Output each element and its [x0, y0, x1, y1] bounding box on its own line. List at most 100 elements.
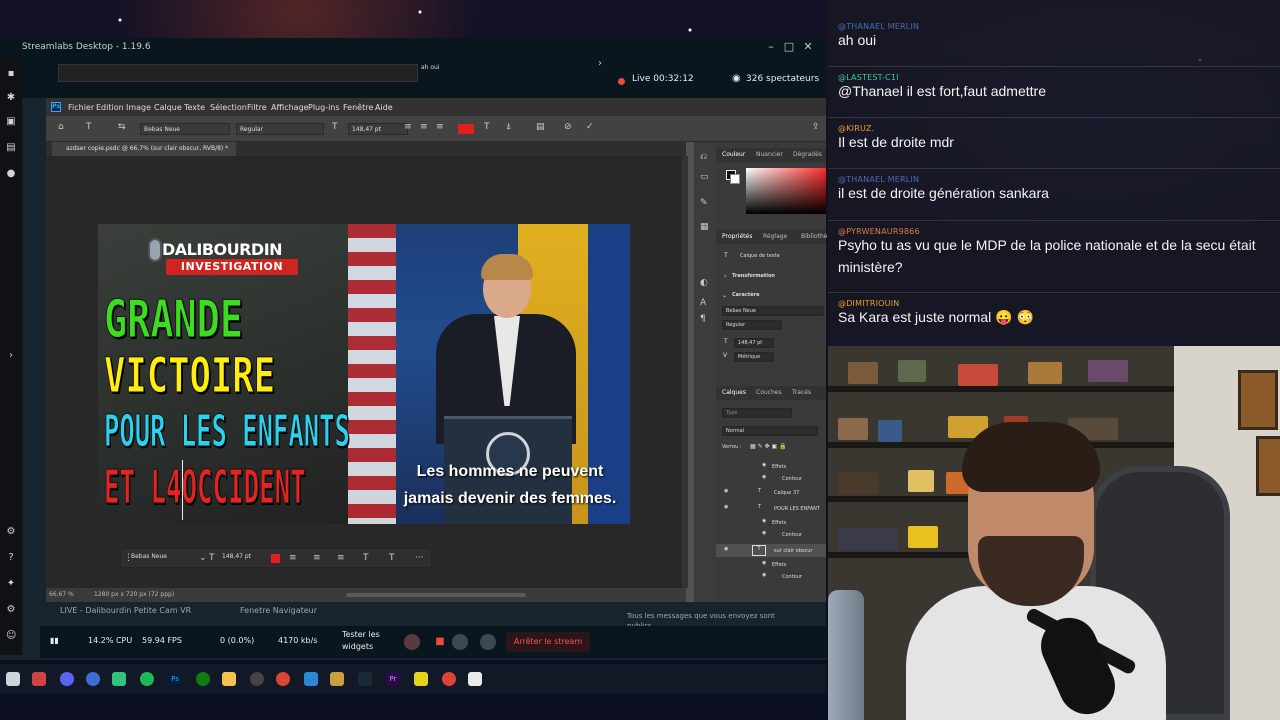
char-font-select[interactable]: Bebas Neue [722, 306, 824, 316]
editor-icon[interactable]: ▪ [6, 69, 16, 79]
blend-mode-select[interactable]: Normal [722, 426, 818, 436]
align-right-icon[interactable]: ≡ [337, 553, 345, 563]
stop-icon[interactable]: ■ [432, 634, 448, 650]
tab-adjustments[interactable]: Réglage [763, 233, 787, 240]
visibility-eye-icon[interactable]: ◉ [724, 546, 728, 552]
canvas-hscrollbar[interactable] [346, 593, 526, 597]
menu-help[interactable]: Aide [375, 103, 393, 112]
record-icon[interactable]: ● [6, 169, 16, 179]
premiere-icon[interactable]: Pr [386, 672, 400, 686]
layer-row[interactable]: ◉ Contour [716, 472, 826, 485]
character-icon[interactable]: T [389, 553, 395, 563]
ctx-size-field[interactable]: 148,47 pt [222, 553, 251, 565]
test-widgets-button[interactable]: Tester les widgets [342, 629, 392, 653]
layer-row[interactable]: ◉ Contour [716, 570, 826, 583]
folder-icon[interactable] [222, 672, 236, 686]
menu-image[interactable]: Image [126, 103, 151, 112]
section-character[interactable]: Caractère [732, 292, 760, 298]
chrome-icon[interactable] [442, 672, 456, 686]
settings-cog-icon[interactable]: ⚙ [6, 527, 16, 537]
visibility-eye-icon[interactable]: ◉ [724, 488, 728, 494]
transform-chevron-icon[interactable]: › [724, 273, 726, 280]
canvas-vscrollbar[interactable] [682, 156, 688, 588]
align-right-icon[interactable]: ≡ [436, 122, 444, 132]
chrome-icon[interactable] [276, 672, 290, 686]
tab-layers[interactable]: Calques [722, 389, 746, 396]
menu-window[interactable]: Fenêtre [343, 103, 373, 112]
source-item[interactable]: LIVE - Dalibourdin Petite Cam VR [60, 606, 191, 615]
help-icon[interactable]: ? [6, 553, 16, 563]
warp-text-icon[interactable]: T [484, 122, 490, 132]
type-tool-icon[interactable]: T [86, 122, 92, 132]
tab-color[interactable]: Couleur [722, 151, 745, 158]
stop-stream-button[interactable]: Arrêter le stream [506, 632, 590, 652]
apps-icon[interactable]: ✦ [6, 579, 16, 589]
photos-icon[interactable] [304, 672, 318, 686]
store-icon[interactable]: ▣ [6, 117, 16, 127]
tab-libraries[interactable]: Bibliothè [801, 233, 827, 240]
cancel-icon[interactable]: ⊘ [564, 122, 572, 132]
record-button[interactable] [404, 634, 420, 650]
warp-text-icon[interactable]: T [363, 553, 369, 563]
menu-plugins[interactable]: Plug-ins [308, 103, 340, 112]
tab-channels[interactable]: Couches [756, 389, 782, 396]
font-family-select[interactable]: Bebas Neue [140, 123, 230, 135]
menu-layer[interactable]: Calque [154, 103, 182, 112]
close-icon[interactable]: ✕ [801, 40, 815, 54]
align-left-icon[interactable]: ≡ [404, 122, 412, 132]
char-size-field[interactable]: 148,47 pt [734, 338, 774, 348]
zoom-level[interactable]: 66,67 % [49, 591, 74, 598]
menu-view[interactable]: Affichage [271, 103, 309, 112]
align-left-icon[interactable]: ≡ [289, 553, 297, 563]
menu-type[interactable]: Texte [184, 103, 205, 112]
source-item[interactable]: Fenetre Navigateur [240, 606, 317, 615]
font-style-select[interactable]: Regular [236, 123, 324, 135]
xbox-icon[interactable] [196, 672, 210, 686]
save-replay-button[interactable] [480, 634, 496, 650]
discord-icon[interactable] [60, 672, 74, 686]
ctx-font-select[interactable]: Bebas Neue [131, 553, 167, 565]
vpn-icon[interactable] [86, 672, 100, 686]
chevron-down-icon[interactable]: ⌄ [199, 553, 207, 563]
thumbnail-canvas[interactable]: DALIBOURDIN INVESTIGATION GRANDE VICTOIR… [98, 224, 630, 524]
steam-icon[interactable] [358, 672, 372, 686]
background-color[interactable] [730, 174, 740, 184]
color-picker-field[interactable] [746, 168, 826, 214]
clone-icon[interactable]: ▦ [700, 222, 709, 232]
align-center-icon[interactable]: ≡ [313, 553, 321, 563]
expand-arrow-icon[interactable]: › [6, 351, 16, 361]
align-center-icon[interactable]: ≡ [420, 122, 428, 132]
menu-edit[interactable]: Edition [96, 103, 124, 112]
section-transform[interactable]: Transformation [732, 273, 775, 279]
headline-line-4[interactable]: ET L4OCCIDENT [104, 460, 306, 515]
font-size-field[interactable]: 148,47 pt [348, 123, 408, 135]
visibility-eye-icon[interactable]: ◉ [724, 504, 728, 510]
dashboard-icon[interactable]: ▤ [6, 143, 16, 153]
layer-row[interactable]: ◉ T Calque 37 [716, 486, 826, 499]
files-icon[interactable] [330, 672, 344, 686]
tab-paths[interactable]: Tracés [792, 389, 811, 396]
spotify-icon[interactable] [140, 672, 154, 686]
obs-icon[interactable] [250, 672, 264, 686]
collapse-arrow-icon[interactable]: › [598, 58, 602, 69]
history-icon[interactable]: ⎌ [700, 152, 707, 162]
streamlabs-icon[interactable] [112, 672, 126, 686]
photoshop-icon[interactable]: Ps [168, 672, 182, 686]
tab-properties[interactable]: Propriétés [722, 233, 752, 240]
home-icon[interactable]: ⌂ [58, 122, 64, 132]
notes-icon[interactable] [414, 672, 428, 686]
adjust-icon[interactable]: ◐ [700, 278, 708, 288]
char-style-select[interactable]: Regular [722, 320, 782, 330]
layer-row[interactable]: ◉ T POUR LES ENFANT [716, 502, 826, 515]
themes-icon[interactable]: ✱ [6, 93, 16, 103]
more-icon[interactable]: ··· [415, 553, 424, 563]
start-icon[interactable] [6, 672, 20, 686]
paragraph-icon[interactable]: ¶ [700, 314, 706, 324]
share-icon[interactable]: ⇪ [812, 122, 820, 132]
tab-swatches[interactable]: Nuancier [756, 151, 783, 158]
minimize-icon[interactable]: – [764, 40, 778, 54]
gear-icon[interactable]: ⚙ [6, 605, 16, 615]
ctx-color-swatch[interactable] [271, 554, 280, 563]
char-kerning-select[interactable]: Métrique [734, 352, 774, 362]
lock-icons[interactable]: ▦ ✎ ✥ ▣ 🔒 [750, 443, 787, 450]
